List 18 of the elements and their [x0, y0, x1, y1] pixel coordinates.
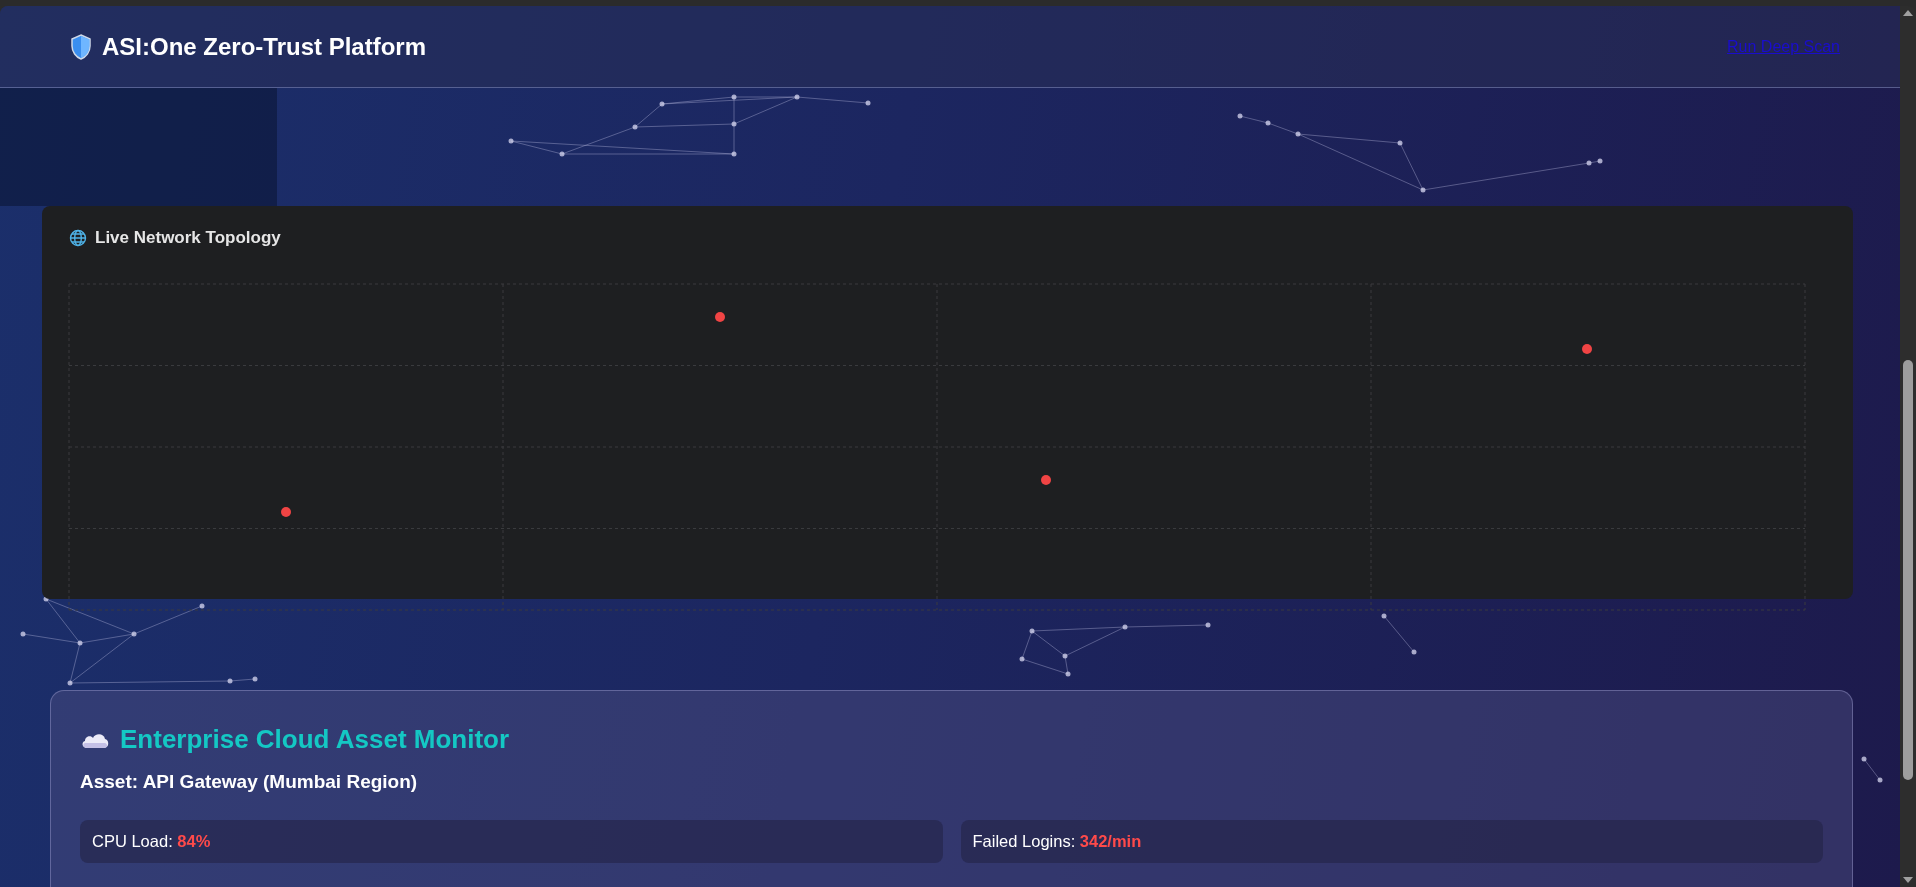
topology-title: Live Network Topology: [95, 228, 281, 248]
run-deep-scan-link[interactable]: Run Deep Scan: [1727, 37, 1840, 56]
asset-name: Asset: API Gateway (Mumbai Region): [80, 771, 419, 793]
network-mesh-drawing: [1381, 613, 1417, 655]
shield-icon: [70, 33, 92, 60]
metric-row: CPU Load: 84%: [80, 820, 943, 863]
monitor-title: Enterprise Cloud Asset Monitor: [120, 724, 510, 755]
network-mesh-drawing: [1861, 756, 1883, 783]
node-dot: [1582, 344, 1592, 354]
scroll-up-icon[interactable]: [1902, 9, 1914, 17]
node-dot: [1041, 475, 1051, 485]
scroll-down-icon[interactable]: [1902, 876, 1914, 884]
scrollbar-thumb[interactable]: [1903, 360, 1913, 780]
metric-row: Failed Logins: 342/min: [960, 820, 1823, 863]
node-dot: [281, 507, 291, 517]
app-title: ASI:One Zero-Trust Platform: [102, 32, 427, 61]
globe-icon: [69, 229, 87, 247]
node-dot: [715, 312, 725, 322]
